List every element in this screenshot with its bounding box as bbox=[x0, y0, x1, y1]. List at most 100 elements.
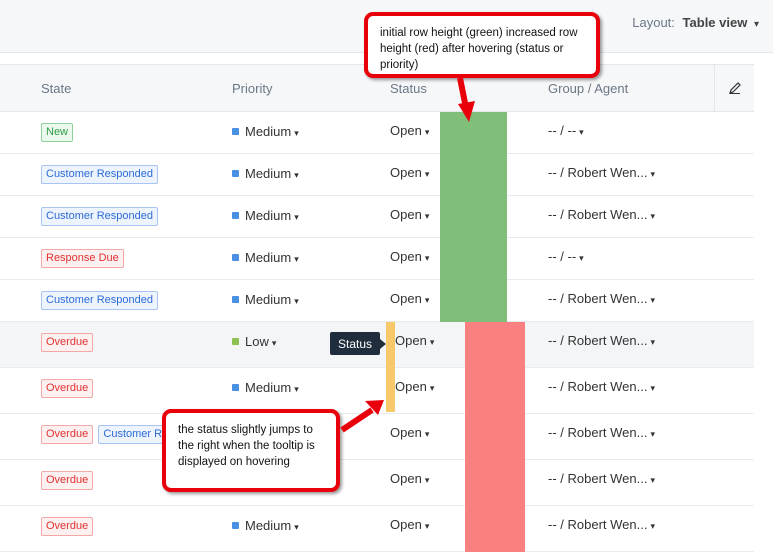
group-agent-dropdown[interactable]: -- / Robert Wen... ▾ bbox=[548, 291, 655, 306]
priority-dot-icon bbox=[232, 254, 239, 261]
group-agent-label: -- / Robert Wen... bbox=[548, 333, 648, 348]
group-agent-dropdown[interactable]: -- / -- ▾ bbox=[548, 249, 584, 264]
status-label: Open bbox=[390, 123, 422, 138]
status-label: Open bbox=[390, 291, 422, 306]
table-row[interactable]: New Medium ▾ Open ▾ -- / -- ▾ bbox=[0, 112, 754, 154]
state-badge: Customer Responded bbox=[41, 165, 159, 184]
table-row[interactable]: Overdue Medium ▾ Open ▾ -- / Robert Wen... ▾ bbox=[0, 506, 754, 552]
chevron-down-icon: ▾ bbox=[424, 169, 430, 179]
column-header-state[interactable]: State bbox=[41, 81, 71, 96]
status-dropdown[interactable]: Open ▾ bbox=[390, 425, 429, 440]
group-agent-dropdown[interactable]: -- / -- ▾ bbox=[548, 123, 584, 138]
state-badge: Customer R bbox=[98, 425, 168, 444]
column-header-priority[interactable]: Priority bbox=[232, 81, 272, 96]
chevron-down-icon: ▾ bbox=[650, 337, 655, 347]
table-row[interactable]: Overdue Medium ▾ Open ▾ -- / Robert Wen... ▾ bbox=[0, 368, 754, 414]
group-agent-label: -- / Robert Wen... bbox=[548, 165, 648, 180]
increased-row-height-overlay bbox=[465, 322, 525, 552]
group-agent-label: -- / -- bbox=[548, 249, 577, 264]
chevron-down-icon: ▾ bbox=[650, 521, 655, 531]
priority-dot-icon bbox=[232, 170, 239, 177]
chevron-down-icon: ▾ bbox=[650, 295, 655, 305]
priority-dropdown[interactable]: Low ▾ bbox=[232, 334, 276, 349]
group-agent-dropdown[interactable]: -- / Robert Wen... ▾ bbox=[548, 425, 655, 440]
priority-label: Medium bbox=[245, 518, 292, 533]
state-badge: Overdue bbox=[41, 517, 94, 536]
chevron-down-icon: ▾ bbox=[424, 475, 430, 485]
status-label: Open bbox=[390, 425, 422, 440]
status-label: Open bbox=[395, 379, 427, 394]
priority-dropdown[interactable]: Medium ▾ bbox=[232, 380, 299, 395]
status-dropdown[interactable]: Open ▾ bbox=[390, 207, 429, 222]
chevron-down-icon: ▾ bbox=[424, 127, 430, 137]
priority-dot-icon bbox=[232, 296, 239, 303]
priority-label: Medium bbox=[245, 380, 292, 395]
priority-dot-icon bbox=[232, 338, 239, 345]
priority-dot-icon bbox=[232, 128, 239, 135]
chevron-down-icon: ▾ bbox=[294, 254, 299, 264]
priority-dropdown[interactable]: Medium ▾ bbox=[232, 292, 299, 307]
status-dropdown[interactable]: Open ▾ bbox=[395, 333, 434, 348]
priority-label: Low bbox=[245, 334, 269, 349]
chevron-down-icon: ▾ bbox=[294, 384, 299, 394]
priority-dot-icon bbox=[232, 212, 239, 219]
chevron-down-icon: ▾ bbox=[650, 169, 655, 179]
chevron-down-icon: ▾ bbox=[650, 211, 655, 221]
status-label: Open bbox=[390, 471, 422, 486]
group-agent-dropdown[interactable]: -- / Robert Wen... ▾ bbox=[548, 207, 655, 222]
priority-dot-icon bbox=[232, 384, 239, 391]
layout-value: Table view bbox=[682, 15, 748, 30]
group-agent-label: -- / Robert Wen... bbox=[548, 207, 648, 222]
status-label: Open bbox=[390, 249, 422, 264]
table-row[interactable]: Customer Responded Medium ▾ Open ▾ -- / Rober… bbox=[0, 280, 754, 322]
chevron-down-icon: ▾ bbox=[271, 338, 277, 348]
priority-dropdown[interactable]: Medium ▾ bbox=[232, 124, 299, 139]
status-tooltip: Status bbox=[330, 332, 386, 355]
table-row[interactable]: Overdue Customer R Open ▾ -- / Robert Wen...… bbox=[0, 414, 754, 460]
status-label: Open bbox=[390, 165, 422, 180]
group-agent-label: -- / Robert Wen... bbox=[548, 291, 648, 306]
status-dropdown[interactable]: Open ▾ bbox=[390, 291, 429, 306]
group-agent-dropdown[interactable]: -- / Robert Wen... ▾ bbox=[548, 471, 655, 486]
status-dropdown[interactable]: Open ▾ bbox=[390, 165, 429, 180]
priority-dropdown[interactable]: Medium ▾ bbox=[232, 250, 299, 265]
status-dropdown[interactable]: Open ▾ bbox=[390, 517, 429, 532]
state-badge: Overdue bbox=[41, 425, 94, 444]
chevron-down-icon: ▾ bbox=[294, 170, 299, 180]
table-row[interactable]: Customer Responded Medium ▾ Open ▾ -- / Rober… bbox=[0, 154, 754, 196]
annotation-row-height: initial row height (green) increased row… bbox=[364, 12, 600, 78]
state-badge: Customer Responded bbox=[41, 207, 159, 226]
state-badge: New bbox=[41, 123, 74, 142]
status-dropdown[interactable]: Open ▾ bbox=[390, 471, 429, 486]
chevron-down-icon: ▾ bbox=[294, 522, 299, 532]
edit-columns-button[interactable] bbox=[714, 65, 755, 111]
group-agent-dropdown[interactable]: -- / Robert Wen... ▾ bbox=[548, 517, 655, 532]
group-agent-dropdown[interactable]: -- / Robert Wen... ▾ bbox=[548, 165, 655, 180]
priority-dropdown[interactable]: Medium ▾ bbox=[232, 208, 299, 223]
chevron-down-icon: ▾ bbox=[424, 295, 430, 305]
status-shift-marker bbox=[386, 322, 395, 412]
status-dropdown[interactable]: Open ▾ bbox=[390, 123, 429, 138]
chevron-down-icon: ▾ bbox=[650, 383, 655, 393]
state-badge: Customer Responded bbox=[41, 291, 159, 310]
group-agent-dropdown[interactable]: -- / Robert Wen... ▾ bbox=[548, 379, 655, 394]
chevron-down-icon: ▾ bbox=[424, 211, 430, 221]
column-header-group-agent[interactable]: Group / Agent bbox=[548, 81, 628, 96]
table-row[interactable]: Response Due Medium ▾ Open ▾ -- / -- ▾ bbox=[0, 238, 754, 280]
status-dropdown[interactable]: Open ▾ bbox=[390, 249, 429, 264]
status-label: Open bbox=[395, 333, 427, 348]
tickets-table: State Priority Status Group / Agent New M… bbox=[0, 64, 754, 552]
layout-selector[interactable]: Layout: Table view ▾ bbox=[632, 15, 759, 30]
group-agent-label: -- / -- bbox=[548, 123, 577, 138]
column-header-status[interactable]: Status bbox=[390, 81, 427, 96]
state-badge: Overdue bbox=[41, 471, 94, 490]
group-agent-dropdown[interactable]: -- / Robert Wen... ▾ bbox=[548, 333, 655, 348]
table-row[interactable]: Customer Responded Medium ▾ Open ▾ -- / Rober… bbox=[0, 196, 754, 238]
priority-dropdown[interactable]: Medium ▾ bbox=[232, 166, 299, 181]
priority-dropdown[interactable]: Medium ▾ bbox=[232, 518, 299, 533]
status-dropdown[interactable]: Open ▾ bbox=[395, 379, 434, 394]
chevron-down-icon: ▾ bbox=[429, 337, 435, 347]
chevron-down-icon: ▾ bbox=[753, 19, 759, 30]
priority-label: Medium bbox=[245, 208, 292, 223]
table-row[interactable]: Overdue Open ▾ -- / Robert Wen... ▾ bbox=[0, 460, 754, 506]
